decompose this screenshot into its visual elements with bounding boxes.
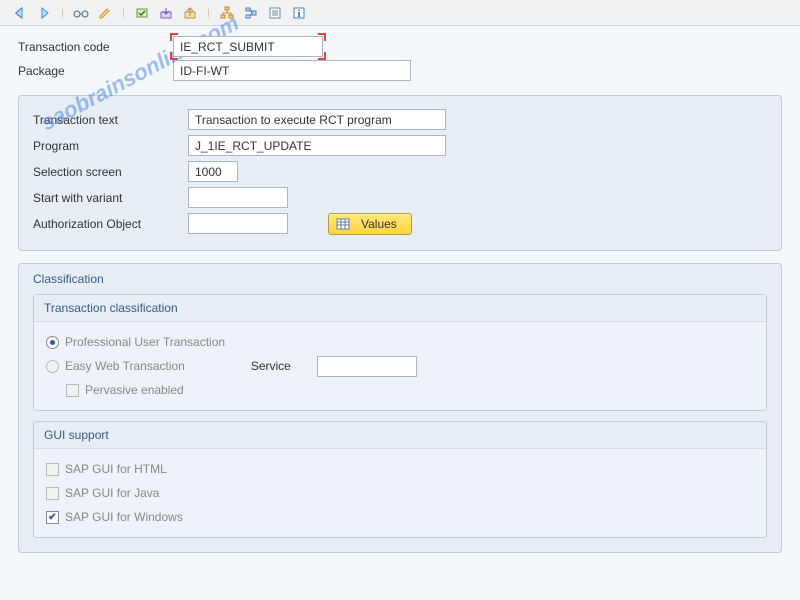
transaction-code-row: Transaction code IE_RCT_SUBMIT (18, 36, 782, 57)
svg-text:i: i (298, 9, 301, 20)
checkbox-gui-windows[interactable] (46, 511, 59, 524)
program-field[interactable]: J_1IE_RCT_UPDATE (188, 135, 446, 156)
checkbox-pervasive[interactable] (66, 384, 79, 397)
checkbox-gui-html[interactable] (46, 463, 59, 476)
program-label: Program (33, 139, 188, 153)
package-row: Package ID-FI-WT (18, 60, 782, 81)
transaction-text-label: Transaction text (33, 113, 188, 127)
detail-panel: Transaction text Transaction to execute … (18, 95, 782, 251)
checkbox-gui-java[interactable] (46, 487, 59, 500)
edit-icon[interactable] (95, 3, 115, 23)
radio-professional-label: Professional User Transaction (65, 335, 225, 349)
check-icon[interactable] (132, 3, 152, 23)
values-button-label: Values (361, 217, 397, 231)
list-icon[interactable] (265, 3, 285, 23)
service-label: Service (251, 359, 291, 373)
transaction-code-field[interactable]: IE_RCT_SUBMIT (173, 36, 323, 57)
separator (62, 4, 63, 22)
service-field[interactable] (317, 356, 417, 377)
transaction-text-field[interactable]: Transaction to execute RCT program (188, 109, 446, 130)
authorization-object-label: Authorization Object (33, 217, 188, 231)
info-icon[interactable]: i (289, 3, 309, 23)
classification-panel: Classification Transaction classificatio… (18, 263, 782, 553)
hierarchy-icon[interactable] (217, 3, 237, 23)
glasses-icon[interactable] (71, 3, 91, 23)
selection-screen-field[interactable]: 1000 (188, 161, 238, 182)
checkbox-gui-windows-label: SAP GUI for Windows (65, 510, 183, 524)
structure-icon[interactable] (241, 3, 261, 23)
transaction-code-label: Transaction code (18, 40, 173, 54)
radio-easy-web[interactable] (46, 360, 59, 373)
forward-icon[interactable] (34, 3, 54, 23)
back-icon[interactable] (10, 3, 30, 23)
start-with-variant-label: Start with variant (33, 191, 188, 205)
classification-title: Classification (33, 268, 767, 294)
separator (208, 4, 209, 22)
checkbox-gui-java-label: SAP GUI for Java (65, 486, 159, 500)
transaction-classification-box: Transaction classification Professional … (33, 294, 767, 411)
selection-screen-label: Selection screen (33, 165, 188, 179)
checkbox-pervasive-label: Pervasive enabled (85, 383, 184, 397)
toolbar: i (0, 0, 800, 26)
checkbox-gui-html-label: SAP GUI for HTML (65, 462, 167, 476)
package-label: Package (18, 64, 173, 78)
radio-professional[interactable] (46, 336, 59, 349)
gui-support-title: GUI support (34, 422, 766, 449)
values-button[interactable]: Values (328, 213, 412, 235)
export-icon[interactable] (180, 3, 200, 23)
gui-support-box: GUI support SAP GUI for HTML SAP GUI for… (33, 421, 767, 538)
separator (123, 4, 124, 22)
import-icon[interactable] (156, 3, 176, 23)
package-field[interactable]: ID-FI-WT (173, 60, 411, 81)
table-icon (335, 216, 351, 232)
transaction-classification-title: Transaction classification (34, 295, 766, 322)
radio-easy-web-label: Easy Web Transaction (65, 359, 185, 373)
authorization-object-field[interactable] (188, 213, 288, 234)
start-with-variant-field[interactable] (188, 187, 288, 208)
